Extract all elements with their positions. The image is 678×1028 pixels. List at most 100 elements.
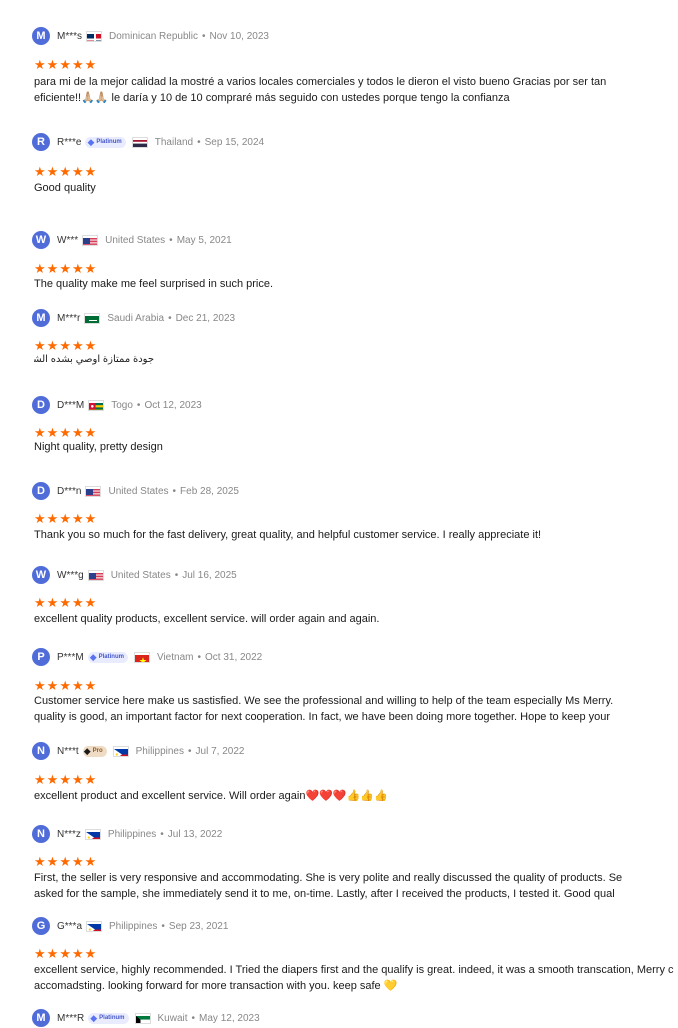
star-icon: ★	[72, 165, 84, 178]
star-icon: ★	[72, 58, 84, 71]
review-date: May 5, 2021	[177, 235, 232, 246]
review-date: Dec 21, 2023	[176, 313, 236, 324]
reviewer-country: Vietnam	[157, 652, 194, 663]
avatar: N	[32, 742, 50, 760]
review-text: Customer service here make us sastisfied…	[34, 693, 626, 709]
review-text: asked for the sample, she immediately se…	[34, 886, 626, 902]
review-text: Night quality, pretty design	[34, 439, 674, 455]
flag-ph-icon	[113, 746, 129, 757]
star-icon: ★	[85, 426, 97, 439]
star-icon: ★	[47, 855, 59, 868]
star-icon: ★	[59, 773, 71, 786]
star-icon: ★	[59, 947, 71, 960]
star-icon: ★	[47, 947, 59, 960]
star-icon: ★	[59, 679, 71, 692]
star-rating: ★★★★★	[34, 773, 96, 786]
flag-kw-icon	[135, 1013, 151, 1024]
star-rating: ★★★★★	[34, 947, 96, 960]
star-rating: ★★★★★	[34, 512, 96, 525]
review-text: جودة ممتازة اوصي بشده الشراء	[34, 352, 154, 368]
reviewer-name: M***r	[57, 313, 80, 324]
star-icon: ★	[72, 679, 84, 692]
review-meta: RR***e◆PlatinumThailand•Sep 15, 2024	[32, 132, 264, 152]
separator-dot: •	[197, 652, 201, 663]
review-date: Jul 7, 2022	[196, 746, 245, 757]
platinum-badge: ◆Platinum	[88, 652, 128, 663]
separator-dot: •	[202, 31, 206, 42]
reviewer-name: P***M	[57, 652, 84, 663]
star-icon: ★	[34, 58, 46, 71]
reviewer-name: M***s	[57, 31, 82, 42]
review-date: Oct 31, 2022	[205, 652, 262, 663]
star-icon: ★	[47, 262, 59, 275]
star-icon: ★	[47, 512, 59, 525]
star-icon: ★	[59, 339, 71, 352]
review-date: Oct 12, 2023	[144, 400, 201, 411]
separator-dot: •	[175, 570, 179, 581]
reviewer-country: United States	[111, 570, 171, 581]
reviewer-name: W***	[57, 235, 78, 246]
avatar: M	[32, 309, 50, 327]
review-date: Jul 13, 2022	[168, 829, 223, 840]
reviewer-country: Saudi Arabia	[107, 313, 164, 324]
review-meta: WW***United States•May 5, 2021	[32, 230, 232, 250]
review-meta: NN***zPhilippines•Jul 13, 2022	[32, 824, 222, 844]
star-icon: ★	[59, 855, 71, 868]
badge-label: Platinum	[99, 654, 124, 660]
avatar: G	[32, 917, 50, 935]
star-icon: ★	[47, 58, 59, 71]
separator-dot: •	[169, 235, 173, 246]
star-icon: ★	[47, 339, 59, 352]
reviewer-name: G***a	[57, 921, 82, 932]
flag-us-icon	[85, 486, 101, 497]
separator-dot: •	[161, 921, 165, 932]
star-icon: ★	[72, 512, 84, 525]
star-icon: ★	[34, 947, 46, 960]
platinum-badge: ◆Platinum	[85, 137, 125, 148]
star-icon: ★	[34, 773, 46, 786]
reviewer-name: W***g	[57, 570, 84, 581]
review-text: First, the seller is very responsive and…	[34, 870, 626, 886]
avatar: M	[32, 1009, 50, 1027]
star-icon: ★	[72, 426, 84, 439]
review-date: Jul 16, 2025	[182, 570, 237, 581]
star-icon: ★	[47, 596, 59, 609]
star-icon: ★	[85, 339, 97, 352]
badge-label: Platinum	[99, 1015, 124, 1021]
reviewer-country: Kuwait	[158, 1013, 188, 1024]
star-icon: ★	[34, 426, 46, 439]
reviewer-country: Thailand	[155, 137, 193, 148]
review-text: Thank you so much for the fast delivery,…	[34, 527, 674, 543]
star-icon: ★	[85, 773, 97, 786]
review-meta: GG***aPhilippines•Sep 23, 2021	[32, 916, 228, 936]
star-rating: ★★★★★	[34, 679, 96, 692]
flag-ph-icon	[86, 921, 102, 932]
star-icon: ★	[72, 339, 84, 352]
review-meta: MM***sDominican Republic•Nov 10, 2023	[32, 26, 269, 46]
star-icon: ★	[85, 58, 97, 71]
reviewer-country: United States	[105, 235, 165, 246]
star-icon: ★	[47, 426, 59, 439]
star-icon: ★	[72, 773, 84, 786]
star-rating: ★★★★★	[34, 58, 96, 71]
star-icon: ★	[59, 262, 71, 275]
separator-dot: •	[168, 313, 172, 324]
review-text: Good quality	[34, 180, 674, 196]
reviewer-name: R***e	[57, 137, 81, 148]
avatar: R	[32, 133, 50, 151]
star-icon: ★	[85, 596, 97, 609]
star-icon: ★	[72, 262, 84, 275]
review-date: Sep 15, 2024	[205, 137, 265, 148]
badge-label: Platinum	[96, 139, 121, 145]
star-icon: ★	[47, 773, 59, 786]
star-icon: ★	[85, 262, 97, 275]
star-icon: ★	[85, 947, 97, 960]
avatar: W	[32, 566, 50, 584]
star-rating: ★★★★★	[34, 165, 96, 178]
review-text: eficiente!!🙏🏼🙏🏼 le daría y 10 de 10 comp…	[34, 90, 674, 106]
star-icon: ★	[59, 58, 71, 71]
avatar: N	[32, 825, 50, 843]
review-text: excellent service, highly recommended. I…	[34, 962, 674, 978]
star-icon: ★	[59, 596, 71, 609]
reviewer-name: N***t	[57, 746, 79, 757]
